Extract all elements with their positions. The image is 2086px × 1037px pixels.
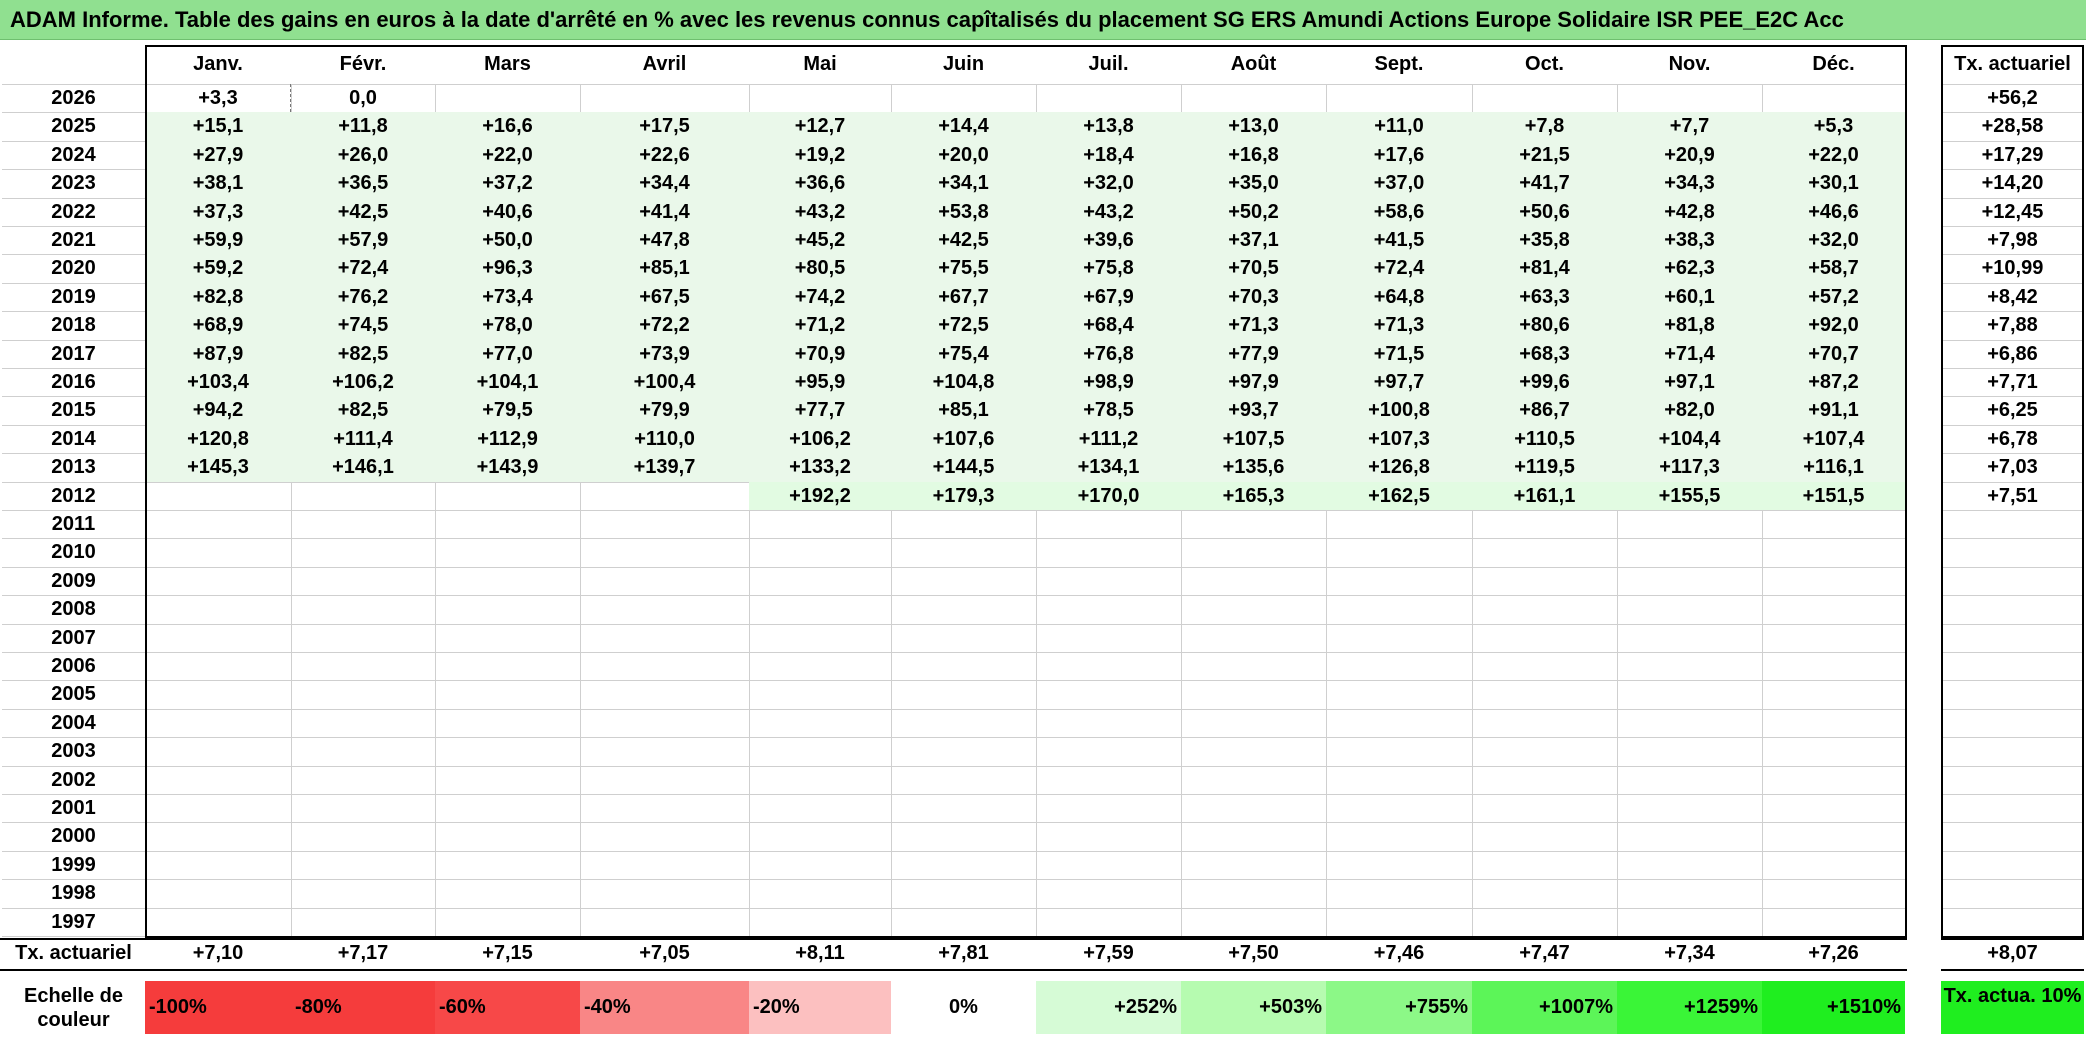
scale-step: +755% (1326, 981, 1472, 1034)
year-label: 2007 (51, 626, 96, 649)
year-label: 2024 (51, 143, 96, 166)
footer-rate-bottom (1941, 969, 2084, 971)
year-label: 1997 (51, 910, 96, 933)
year-label: 2014 (51, 427, 96, 450)
year-label: 2017 (51, 342, 96, 365)
footer-rate-cell: +7,50 (1228, 942, 1279, 964)
year-label: 2011 (51, 513, 96, 535)
year-label: 2015 (51, 399, 96, 422)
year-label: 2012 (51, 484, 96, 507)
year-label: 1998 (51, 882, 96, 905)
year-label: 2004 (51, 711, 96, 734)
year-label: 2010 (51, 541, 96, 564)
year-label: 2023 (51, 172, 96, 195)
footer-rate-cell: +7,26 (1808, 942, 1859, 964)
year-label: 2021 (51, 229, 96, 251)
scale-step: +1259% (1617, 981, 1762, 1034)
scale-legend: Tx. actua. 10% (1941, 981, 2084, 1034)
year-label: 2009 (51, 569, 96, 592)
scale-step: -80% (291, 981, 435, 1034)
footer-label: Tx. actuariel (15, 942, 132, 964)
footer-rate-cell: +7,15 (482, 942, 533, 964)
page-title: ADAM Informe. Table des gains en euros à… (0, 0, 2086, 40)
footer-line-bottom (0, 969, 1907, 971)
footer-rate-cell: +8,11 (795, 942, 845, 964)
year-label: 1999 (51, 853, 96, 876)
scale-step: -20% (749, 981, 891, 1034)
scale-step: -60% (435, 981, 580, 1034)
year-label: 2013 (51, 456, 96, 479)
year-label: 2020 (51, 257, 96, 280)
footer-rate-cell: +7,81 (938, 942, 989, 964)
scale-step: +503% (1181, 981, 1326, 1034)
footer-rate-cell: +7,47 (1519, 942, 1570, 964)
footer-rate-cell: +7,34 (1664, 942, 1715, 964)
scale-label: Echelle de couleur (24, 985, 123, 1031)
year-label: 2019 (51, 285, 96, 308)
month-grid-border (145, 45, 1907, 938)
year-label: 2001 (51, 797, 96, 819)
footer-rate-cell: +7,46 (1373, 942, 1425, 964)
year-label: 2000 (51, 825, 96, 848)
scale-step: +1510% (1762, 981, 1905, 1034)
rate-column-border (1941, 45, 2084, 938)
year-label: 2016 (51, 371, 96, 393)
footer-total-rate: +8,07 (1987, 942, 2038, 964)
scale-step: -40% (580, 981, 749, 1034)
scale-step: +252% (1036, 981, 1181, 1034)
footer-rate-cell: +7,59 (1083, 942, 1134, 964)
year-label: 2006 (51, 655, 96, 677)
footer-rate-cell: +7,05 (639, 942, 690, 964)
year-label: 2005 (51, 683, 96, 706)
year-label: 2002 (51, 768, 96, 791)
year-label: 2008 (51, 598, 96, 621)
footer-rate-cell: +7,17 (337, 942, 389, 964)
year-label: 2026 (51, 87, 96, 109)
scale-step: -100% (145, 981, 291, 1034)
footer-rate-cell: +7,10 (192, 942, 244, 964)
year-label: 2022 (51, 200, 96, 223)
scale-step: +1007% (1472, 981, 1617, 1034)
year-label: 2025 (51, 115, 96, 138)
year-label: 2018 (51, 314, 96, 337)
year-label: 2003 (51, 740, 96, 763)
scale-step: 0% (891, 981, 1036, 1034)
